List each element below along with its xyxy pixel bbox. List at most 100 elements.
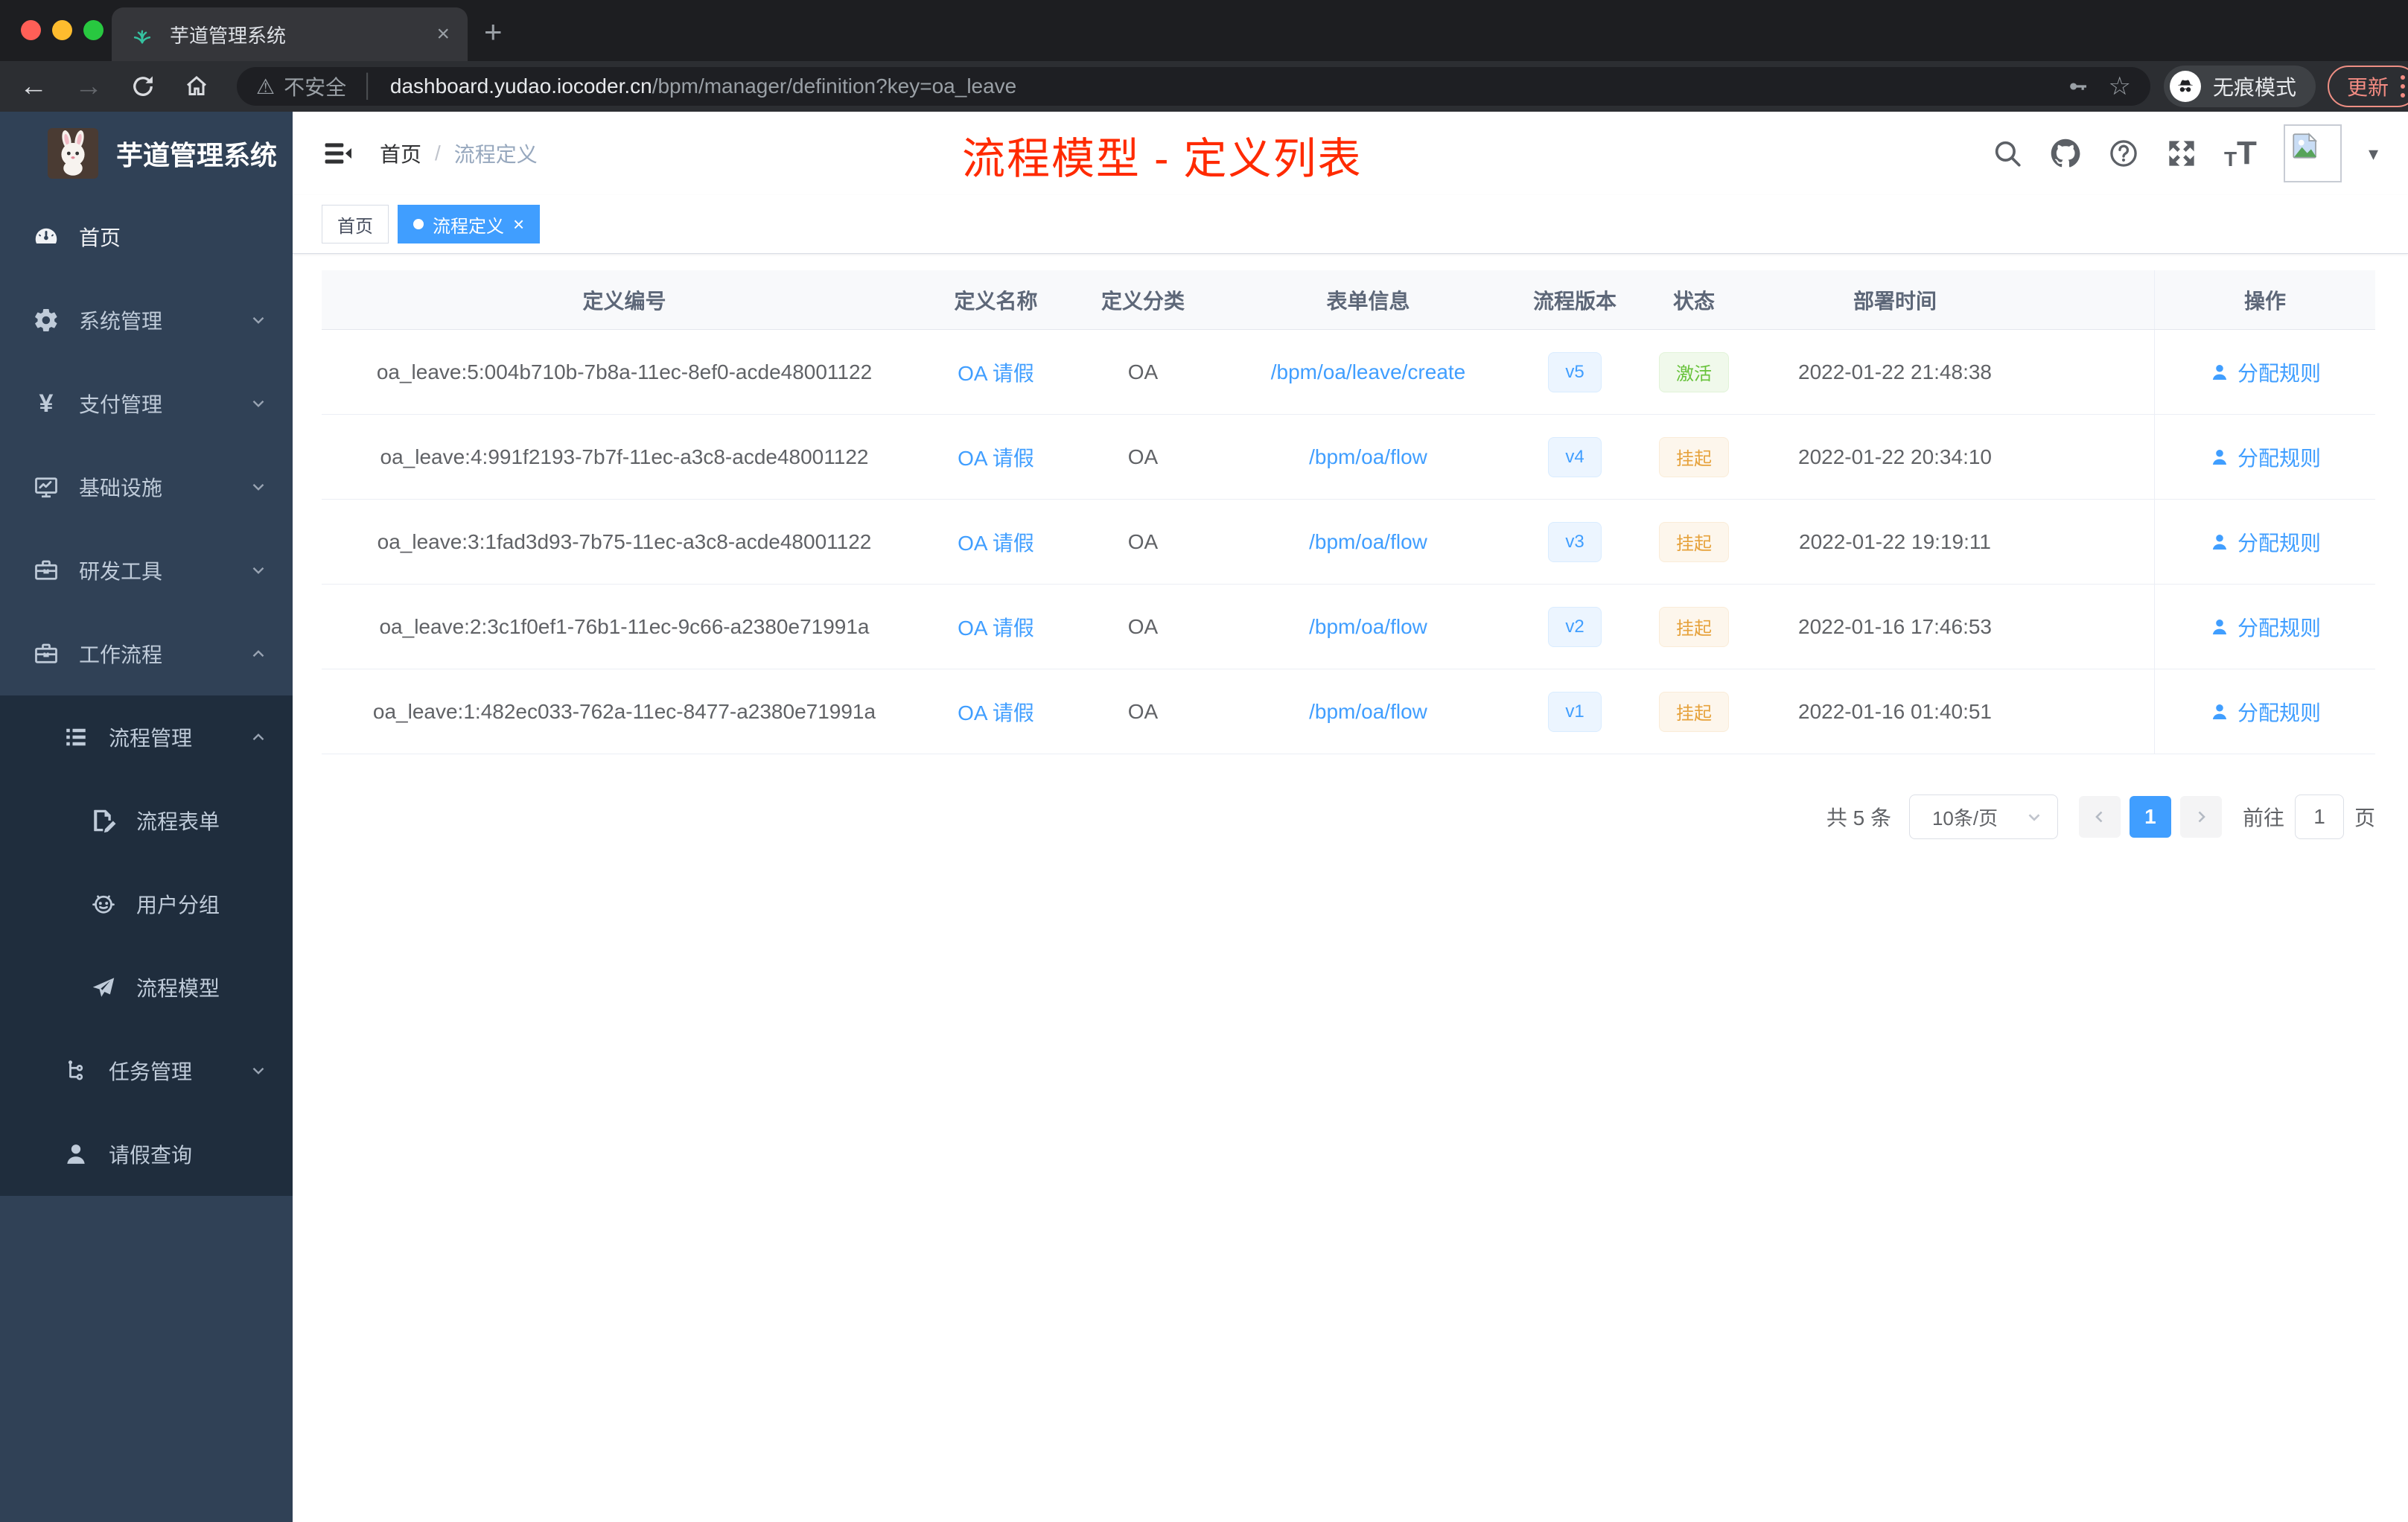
sidebar-item-label: 支付管理 — [79, 393, 163, 416]
definition-name-cell: OA 请假 — [927, 415, 1065, 499]
column-header-5: 状态 — [1672, 289, 1715, 313]
chevron-down-icon — [249, 311, 268, 330]
browser-tab[interactable]: 芋道管理系统 × — [112, 7, 468, 61]
sidebar-item-5[interactable]: 工作流程 — [0, 612, 293, 695]
search-icon[interactable] — [1992, 138, 2023, 169]
status-badge: 挂起 — [1659, 691, 1729, 732]
chevron-down-icon — [249, 561, 268, 580]
minimize-window-button[interactable] — [52, 20, 72, 40]
font-size-icon[interactable]: TT — [2224, 137, 2257, 170]
definition-name-link[interactable]: OA 请假 — [958, 357, 1034, 387]
prev-page-button[interactable] — [2078, 796, 2121, 838]
sidebar-item-3[interactable]: 基础设施 — [0, 445, 293, 529]
row-filler — [2036, 585, 2154, 669]
sidebar-item-label: 系统管理 — [79, 310, 163, 333]
form-link[interactable]: /bpm/oa/flow — [1309, 445, 1427, 469]
assign-rule-link[interactable]: 分配规则 — [2209, 612, 2321, 642]
table-row: oa_leave:5:004b710b-7b8a-11ec-8ef0-acde4… — [322, 330, 2375, 415]
row-filler — [2036, 669, 2154, 754]
header-filler — [2036, 270, 2154, 329]
table-row: oa_leave:2:3c1f0ef1-76b1-11ec-9c66-a2380… — [322, 585, 2375, 669]
yen-icon: ¥ — [39, 389, 54, 418]
definition-name-link[interactable]: OA 请假 — [958, 527, 1034, 557]
home-icon[interactable] — [183, 73, 210, 100]
back-icon[interactable]: ← — [19, 71, 48, 103]
assign-rule-label: 分配规则 — [2237, 446, 2321, 470]
definition-category: OA — [1127, 360, 1159, 383]
tag-close-icon[interactable]: × — [513, 214, 524, 234]
tab-close-icon[interactable]: × — [436, 22, 450, 47]
assign-rule-link[interactable]: 分配规则 — [2209, 357, 2321, 387]
assign-rule-link[interactable]: 分配规则 — [2209, 697, 2321, 727]
page-size-select[interactable]: 10条/页 — [1908, 795, 2058, 839]
form-link[interactable]: /bpm/oa/leave/create — [1271, 360, 1466, 384]
close-window-button[interactable] — [21, 20, 41, 40]
url-domain[interactable]: dashboard.yudao.iocoder.cn — [390, 74, 652, 98]
security-label[interactable]: 不安全 — [284, 71, 346, 101]
version-badge: v4 — [1548, 436, 1602, 477]
sidebar-item-6[interactable]: 流程管理 — [0, 695, 293, 779]
page-size-value: 10条/页 — [1931, 806, 1998, 830]
browser-menu-dots-icon[interactable] — [2401, 75, 2406, 98]
address-bar[interactable]: ⚠ 不安全 │ dashboard.yudao.iocoder.cn/bpm/m… — [237, 67, 2150, 106]
github-icon[interactable] — [2050, 138, 2081, 169]
sidebar-item-2[interactable]: ¥ 支付管理 — [0, 362, 293, 445]
sidebar-item-1[interactable]: 系统管理 — [0, 278, 293, 362]
new-tab-button[interactable]: + — [484, 16, 503, 48]
column-header-1: 定义名称 — [954, 289, 1038, 313]
sidebar-item-7[interactable]: 流程表单 — [0, 779, 293, 862]
help-icon[interactable] — [2108, 138, 2139, 169]
breadcrumb-home[interactable]: 首页 — [380, 138, 421, 168]
sidebar-item-0[interactable]: 首页 — [0, 195, 293, 278]
definition-name-cell: OA 请假 — [927, 585, 1065, 669]
deploy-time: 2022-01-22 20:34:10 — [1798, 445, 1992, 468]
tag-view-1[interactable]: 流程定义 × — [398, 205, 541, 243]
assign-rule-link[interactable]: 分配规则 — [2209, 442, 2321, 472]
browser-update-button[interactable]: 更新 — [2328, 66, 2408, 107]
url-path[interactable]: /bpm/manager/definition?key=oa_leave — [652, 74, 1017, 98]
definition-name-link[interactable]: OA 请假 — [958, 442, 1034, 472]
sidebar-item-4[interactable]: 研发工具 — [0, 529, 293, 612]
app-logo: 芋道管理系统 — [0, 112, 293, 195]
sidebar-item-8[interactable]: 用户分组 — [0, 862, 293, 946]
avatar[interactable] — [2283, 124, 2342, 182]
tag-view-0[interactable]: 首页 — [322, 205, 389, 243]
assign-rule-link[interactable]: 分配规则 — [2209, 527, 2321, 557]
form-link[interactable]: /bpm/oa/flow — [1309, 530, 1427, 554]
chevron-down-icon — [249, 394, 268, 413]
action-cell: 分配规则 — [2154, 585, 2375, 669]
hamburger-icon[interactable] — [322, 137, 354, 170]
list-icon — [60, 724, 92, 751]
status-badge: 挂起 — [1659, 436, 1729, 477]
assign-rule-label: 分配规则 — [2237, 361, 2321, 385]
definition-name-link[interactable]: OA 请假 — [958, 697, 1034, 727]
update-label[interactable]: 更新 — [2347, 71, 2389, 101]
definition-name-cell: OA 请假 — [927, 500, 1065, 584]
maximize-window-button[interactable] — [83, 20, 103, 40]
password-key-icon[interactable] — [2065, 74, 2089, 98]
forward-icon[interactable]: → — [74, 71, 103, 103]
sidebar-item-11[interactable]: 请假查询 — [0, 1112, 293, 1196]
fullscreen-icon[interactable] — [2166, 138, 2197, 169]
bookmark-star-icon[interactable]: ☆ — [2109, 71, 2131, 101]
definition-name-cell: OA 请假 — [927, 330, 1065, 414]
form-link[interactable]: /bpm/oa/flow — [1309, 615, 1427, 639]
chevron-right-icon — [2198, 811, 2205, 823]
sidebar-item-10[interactable]: 任务管理 — [0, 1029, 293, 1112]
definition-table: 定义编号 定义名称 定义分类 表单信息 流程版本 状态 部署时间 操作 oa_leave:5:… — [322, 270, 2375, 754]
sidebar-item-label: 流程模型 — [136, 977, 220, 1000]
goto-page-input[interactable] — [2294, 795, 2344, 839]
current-page-button[interactable]: 1 — [2129, 796, 2171, 838]
definition-category: OA — [1127, 699, 1159, 723]
version-cell: v3 — [1515, 500, 1634, 584]
sidebar-item-label: 工作流程 — [79, 643, 163, 666]
assign-rule-label: 分配规则 — [2237, 616, 2321, 640]
sidebar-item-9[interactable]: 流程模型 — [0, 946, 293, 1029]
not-secure-warning-icon: ⚠ — [256, 74, 275, 98]
table-row: oa_leave:3:1fad3d93-7b75-11ec-a3c8-acde4… — [322, 500, 2375, 585]
reload-icon[interactable] — [130, 73, 156, 100]
chevron-down-icon[interactable]: ▾ — [2369, 142, 2378, 165]
next-page-button[interactable] — [2179, 796, 2222, 838]
form-link[interactable]: /bpm/oa/flow — [1309, 700, 1427, 724]
definition-name-link[interactable]: OA 请假 — [958, 612, 1034, 642]
